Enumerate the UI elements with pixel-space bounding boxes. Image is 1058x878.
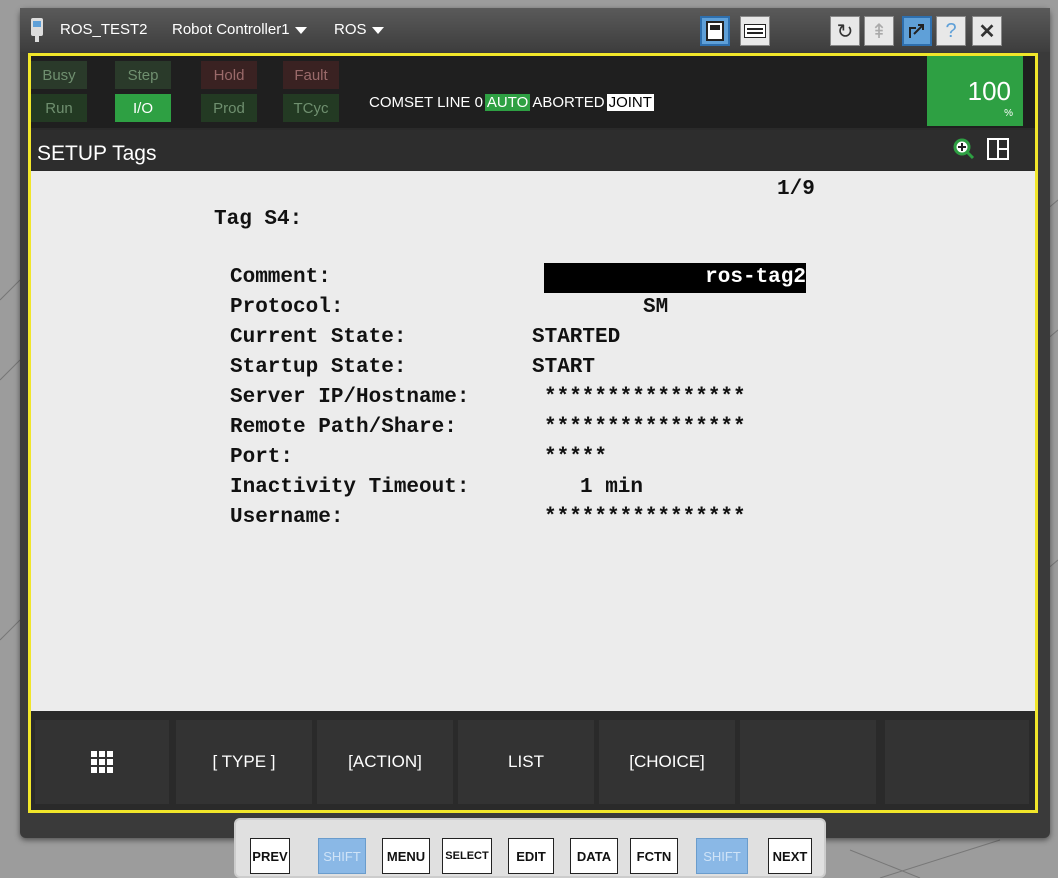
fkey-action[interactable]: [ACTION]: [317, 720, 455, 804]
controller-label: Robot Controller1: [172, 21, 290, 38]
external-link-button[interactable]: [902, 16, 932, 46]
keyboard-icon: [744, 24, 766, 38]
led-hold: Hold: [201, 61, 257, 89]
ros-menu-dropdown[interactable]: ROS: [334, 21, 384, 38]
page-title: SETUP Tags: [37, 142, 157, 165]
close-button[interactable]: ✕: [972, 16, 1002, 46]
led-fault: Fault: [283, 61, 339, 89]
tag-heading: Tag S4:: [214, 208, 303, 231]
refresh-button[interactable]: ↻: [830, 16, 860, 46]
mode-badge: AUTO: [484, 94, 531, 111]
field-label-username: Username:: [230, 506, 344, 529]
content-area: 1/9 Tag S4: Comment: ros-tag2 Protocol: …: [31, 171, 1035, 711]
app-name: ROS_TEST2: [60, 21, 148, 38]
override-panel[interactable]: 100 %: [927, 56, 1023, 126]
edit-key[interactable]: EDIT: [508, 838, 554, 874]
field-label-comment: Comment:: [230, 266, 331, 289]
keyboard-button[interactable]: [740, 16, 770, 46]
chevron-down-icon: [294, 26, 307, 34]
screen-header: SETUP Tags: [31, 130, 1035, 170]
select-key[interactable]: SELECT: [442, 838, 492, 874]
field-label-startup-state: Startup State:: [230, 356, 407, 379]
pendant-icon: [706, 21, 724, 41]
fkey-list[interactable]: LIST: [458, 720, 596, 804]
field-value-startup-state[interactable]: START: [532, 356, 595, 379]
next-key[interactable]: NEXT: [768, 838, 812, 874]
field-label-port: Port:: [230, 446, 294, 469]
override-value: 100: [967, 76, 1011, 106]
title-bar: ROS_TEST2 Robot Controller1 ROS ↻ ⇞ ? ✕: [20, 8, 1050, 52]
led-prod: Prod: [201, 94, 257, 122]
split-view-button[interactable]: [987, 138, 1009, 165]
field-label-protocol: Protocol:: [230, 296, 344, 319]
coord-badge: JOINT: [606, 94, 654, 111]
ros-menu-label: ROS: [334, 21, 367, 38]
field-label-inactivity-timeout: Inactivity Timeout:: [230, 476, 470, 499]
external-link-icon: [909, 24, 924, 38]
status-bar: Busy Step Hold Fault Run I/O Prod TCyc C…: [31, 56, 1035, 128]
chevron-down-icon: [371, 26, 384, 34]
split-view-icon: [987, 138, 1009, 160]
field-value-server[interactable]: ****************: [544, 386, 746, 409]
field-value-current-state[interactable]: STARTED: [532, 326, 620, 349]
field-value-username[interactable]: ****************: [544, 506, 746, 529]
grid-menu-button[interactable]: [35, 720, 171, 804]
field-value-inactivity-timeout[interactable]: 1 min: [580, 476, 643, 499]
shift-key-right[interactable]: SHIFT: [696, 838, 748, 874]
function-key-bar: [ TYPE ] [ACTION] LIST [CHOICE]: [31, 716, 1035, 810]
field-label-server: Server IP/Hostname:: [230, 386, 470, 409]
help-button[interactable]: ?: [936, 16, 966, 46]
fkey-type[interactable]: [ TYPE ]: [176, 720, 314, 804]
prev-key[interactable]: PREV: [250, 838, 290, 874]
comment-field[interactable]: ros-tag2: [544, 263, 806, 293]
state-text: ABORTED: [532, 94, 605, 111]
hardware-key-strip: PREV SHIFT MENU SELECT EDIT DATA FCTN SH…: [234, 818, 826, 878]
help-icon: ?: [945, 19, 957, 42]
fkey-f5[interactable]: [740, 720, 878, 804]
pendant-view-button[interactable]: [700, 16, 730, 46]
led-step: Step: [115, 61, 171, 89]
shift-key-left[interactable]: SHIFT: [318, 838, 366, 874]
controller-dropdown[interactable]: Robot Controller1: [172, 21, 307, 38]
field-value-protocol[interactable]: SM: [643, 296, 668, 319]
led-busy: Busy: [31, 61, 87, 89]
zoom-in-icon: [953, 138, 975, 160]
menu-key[interactable]: MENU: [382, 838, 430, 874]
grid-icon: [91, 751, 113, 773]
field-value-remote-path[interactable]: ****************: [544, 416, 746, 439]
led-run: Run: [31, 94, 87, 122]
robot-arm-icon: ⇞: [870, 20, 888, 43]
status-prefix: COMSET LINE 0: [369, 94, 483, 111]
page-counter: 1/9: [777, 178, 815, 201]
fkey-choice[interactable]: [CHOICE]: [599, 720, 737, 804]
led-tcyc: TCyc: [283, 94, 339, 122]
field-label-current-state: Current State:: [230, 326, 407, 349]
fctn-key[interactable]: FCTN: [630, 838, 678, 874]
refresh-icon: ↻: [836, 20, 854, 43]
field-value-port[interactable]: *****: [544, 446, 607, 469]
pendant-icon: [30, 18, 44, 46]
screen-area: Busy Step Hold Fault Run I/O Prod TCyc C…: [28, 53, 1038, 813]
status-line: COMSET LINE 0 AUTO ABORTED JOINT: [367, 94, 654, 111]
comment-value: ros-tag2: [705, 266, 806, 289]
jog-button[interactable]: ⇞: [864, 16, 894, 46]
override-unit: %: [1004, 108, 1013, 119]
led-io: I/O: [115, 94, 171, 122]
field-label-remote-path: Remote Path/Share:: [230, 416, 457, 439]
fkey-next[interactable]: [885, 720, 1031, 804]
zoom-in-button[interactable]: [953, 138, 975, 165]
close-icon: ✕: [978, 20, 996, 43]
data-key[interactable]: DATA: [570, 838, 618, 874]
